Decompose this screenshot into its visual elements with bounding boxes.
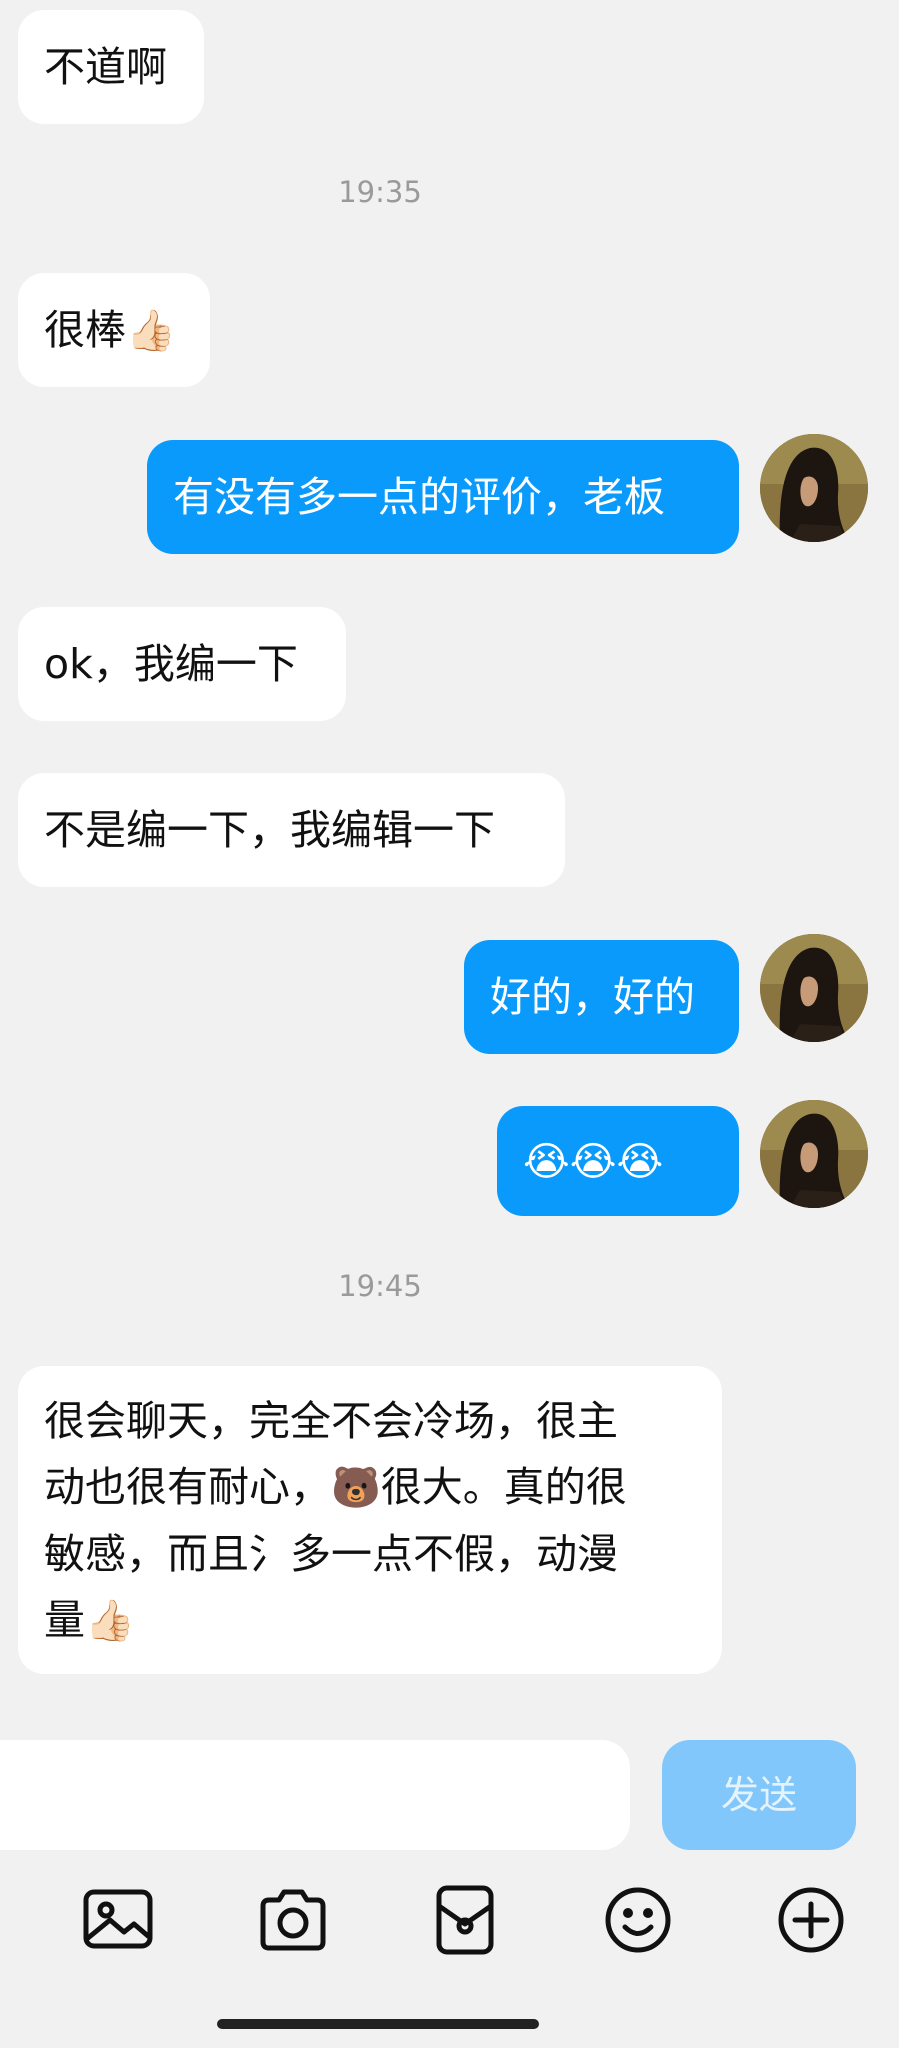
avatar[interactable] bbox=[760, 934, 868, 1042]
sticker-icon[interactable] bbox=[425, 1880, 505, 1960]
message-bubble-outgoing[interactable]: 好的，好的 bbox=[464, 940, 739, 1054]
thumbs-up-emoji: 👍🏻 bbox=[126, 308, 176, 354]
message-bubble-incoming[interactable]: 不是编一下，我编辑一下 bbox=[18, 773, 565, 887]
image-icon[interactable] bbox=[78, 1880, 158, 1960]
message-bubble-incoming[interactable]: ok，我编一下 bbox=[18, 607, 346, 721]
message-bubble-incoming[interactable]: 很棒👍🏻 bbox=[18, 273, 210, 387]
message-text-line: 量👍🏻 bbox=[44, 1596, 135, 1644]
message-text: 很棒 bbox=[44, 306, 126, 354]
message-input[interactable] bbox=[0, 1740, 630, 1850]
avatar[interactable] bbox=[760, 1100, 868, 1208]
timestamp: 19:45 bbox=[338, 1269, 422, 1303]
message-text: 有没有多一点的评价，老板 bbox=[173, 473, 665, 521]
message-bubble-outgoing[interactable]: 😭😭😭 bbox=[497, 1106, 739, 1216]
crying-laughing-emoji: 😭😭😭 bbox=[523, 1139, 664, 1185]
message-text: 不道啊 bbox=[44, 43, 167, 91]
message-bubble-outgoing[interactable]: 有没有多一点的评价，老板 bbox=[147, 440, 739, 554]
message-text: 好的，好的 bbox=[490, 973, 695, 1021]
emoji-smile-icon[interactable] bbox=[598, 1880, 678, 1960]
message-text-line: 动也很有耐心，🐻很大。真的很 bbox=[44, 1463, 627, 1511]
bear-emoji: 🐻 bbox=[331, 1465, 381, 1511]
message-bubble-incoming[interactable]: 不道啊 bbox=[18, 10, 204, 124]
message-text: 不是编一下，我编辑一下 bbox=[44, 806, 495, 854]
plus-circle-icon[interactable] bbox=[771, 1880, 851, 1960]
thumbs-up-emoji: 👍🏻 bbox=[85, 1598, 135, 1644]
home-indicator[interactable] bbox=[217, 2019, 539, 2029]
message-bubble-incoming[interactable]: 很会聊天，完全不会冷场，很主 动也很有耐心，🐻很大。真的很 敏感，而且氵多一点不… bbox=[18, 1366, 722, 1674]
send-button[interactable]: 发送 bbox=[662, 1740, 856, 1850]
message-text-line: 敏感，而且氵多一点不假，动漫 bbox=[44, 1530, 618, 1578]
avatar[interactable] bbox=[760, 434, 868, 542]
timestamp: 19:35 bbox=[338, 175, 422, 209]
camera-icon[interactable] bbox=[253, 1880, 333, 1960]
message-text: ok，我编一下 bbox=[44, 640, 298, 688]
message-text-line: 很会聊天，完全不会冷场，很主 bbox=[44, 1397, 618, 1445]
